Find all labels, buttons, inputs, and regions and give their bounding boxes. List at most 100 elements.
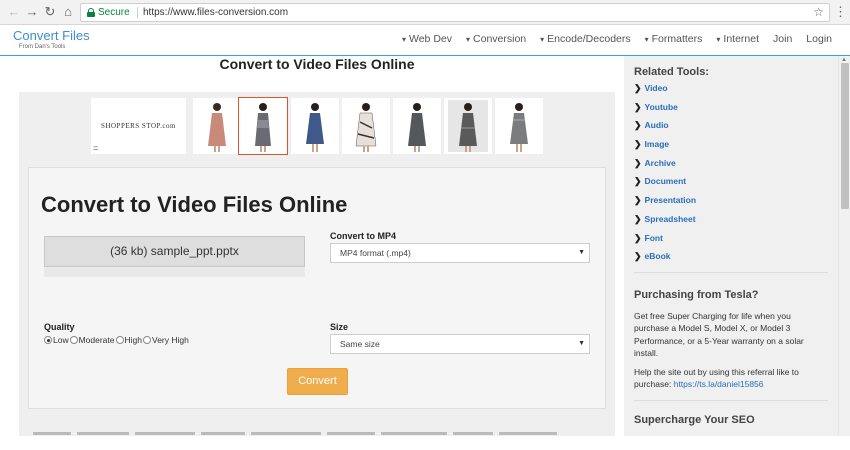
tesla-description: Get free Super Charging for life when yo… <box>634 311 804 358</box>
chevron-right-icon: ❯ <box>634 213 642 224</box>
home-icon[interactable]: ⌂ <box>60 4 76 20</box>
dropdown-arrow-icon: ▼ <box>578 249 585 256</box>
tool-link-youtube[interactable]: ❯ Youtube <box>634 102 696 121</box>
chevron-down-icon: ▾ <box>540 35 545 44</box>
dress-figure-icon <box>448 100 488 152</box>
chevron-right-icon: ❯ <box>634 157 642 168</box>
quality-option-low[interactable]: Low <box>44 335 69 345</box>
tool-link-image[interactable]: ❯ Image <box>634 139 696 158</box>
shoppers-stop-logo[interactable]: SHOPPERS STOP.com <box>91 98 186 154</box>
conversion-form-card: Convert to Video Files Online (36 kb) sa… <box>28 167 606 409</box>
chevron-down-icon: ▾ <box>466 35 471 44</box>
quality-label: Quality <box>44 322 75 332</box>
cut-off-text-line <box>33 432 593 436</box>
dress-figure-icon <box>355 103 377 152</box>
convert-button[interactable]: Convert <box>287 368 348 395</box>
nav-internet[interactable]: ▾ Internet <box>716 33 759 45</box>
dress-figure-icon <box>510 103 528 152</box>
ad-product-image[interactable] <box>444 98 492 154</box>
site-logo-title[interactable]: Convert Files <box>13 28 90 43</box>
related-tools-heading: Related Tools: <box>634 66 709 78</box>
dress-figure-icon <box>306 103 324 152</box>
browser-toolbar: ← → ↻ ⌂ Secure https://www.files-convers… <box>0 0 850 25</box>
tool-link-audio[interactable]: ❯ Audio <box>634 120 696 139</box>
nav-conversion[interactable]: ▾ Conversion <box>466 33 526 45</box>
secure-label: Secure <box>98 7 130 18</box>
ad-product-image[interactable] <box>495 98 543 154</box>
radio-icon[interactable] <box>143 336 151 344</box>
site-logo-subtitle: From Dan's Tools <box>19 44 66 50</box>
lock-icon <box>87 8 95 17</box>
size-select[interactable]: Same size ▼ <box>330 334 590 354</box>
chevron-down-icon: ▾ <box>401 35 406 44</box>
chevron-right-icon: ❯ <box>634 251 642 262</box>
dress-figure-icon <box>255 103 271 152</box>
ad-product-image[interactable] <box>193 98 241 154</box>
tesla-help-text: Help the site out by using this referral… <box>634 367 799 390</box>
nav-join[interactable]: Join <box>773 33 792 45</box>
tool-link-spreadsheet[interactable]: ❯ Spreadsheet <box>634 214 696 233</box>
quality-radio-group: Low Moderate High Very High <box>44 335 190 345</box>
page-scrollbar[interactable]: ▲ <box>838 56 850 436</box>
chevron-right-icon: ❯ <box>634 83 642 93</box>
size-label: Size <box>330 322 349 332</box>
seo-heading: Supercharge Your SEO <box>634 414 755 426</box>
quality-option-high[interactable]: High <box>115 335 142 345</box>
url-separator <box>137 7 138 18</box>
chevron-down-icon: ▾ <box>716 35 721 44</box>
chevron-right-icon: ❯ <box>634 195 642 206</box>
tesla-heading: Purchasing from Tesla? <box>634 289 759 301</box>
reload-icon[interactable]: ↻ <box>42 4 58 20</box>
tesla-referral-link[interactable]: https://ts.la/daniel15856 <box>674 379 764 389</box>
file-box-shadow <box>44 267 305 277</box>
uploaded-file-box[interactable]: (36 kb) sample_ppt.pptx <box>44 236 305 267</box>
browser-menu-icon[interactable]: ⋮ <box>834 4 847 20</box>
tool-link-ebook[interactable]: ❯ eBook <box>634 251 696 270</box>
ad-product-image[interactable] <box>342 98 390 154</box>
size-select-value: Same size <box>340 339 380 349</box>
tool-link-presentation[interactable]: ❯ Presentation <box>634 195 696 214</box>
tool-link-video[interactable]: ❯ Video <box>634 83 696 102</box>
address-bar[interactable]: Secure https://www.files-conversion.com … <box>80 3 830 22</box>
dress-figure-icon <box>408 103 426 152</box>
format-select[interactable]: MP4 format (.mp4) ▼ <box>330 243 590 263</box>
url-text[interactable]: https://www.files-conversion.com <box>143 4 288 21</box>
radio-checked-icon[interactable] <box>44 336 52 344</box>
tool-link-archive[interactable]: ❯ Archive <box>634 158 696 177</box>
radio-icon[interactable] <box>69 336 78 344</box>
sidebar-divider <box>634 272 828 273</box>
back-arrow-icon[interactable]: ← <box>6 4 22 20</box>
chevron-right-icon: ❯ <box>634 101 642 112</box>
radio-icon[interactable] <box>115 336 124 344</box>
quality-option-moderate[interactable]: Moderate <box>69 335 115 345</box>
ad-menu-icon[interactable]: = <box>93 143 98 153</box>
tool-link-font[interactable]: ❯ Font <box>634 233 696 252</box>
format-select-value: MP4 format (.mp4) <box>340 248 411 258</box>
scrollbar-thumb[interactable] <box>841 63 849 209</box>
ad-product-image[interactable] <box>393 98 441 154</box>
forward-arrow-icon[interactable]: → <box>24 4 40 20</box>
dropdown-arrow-icon: ▼ <box>578 340 585 347</box>
sidebar-divider <box>634 400 828 401</box>
chevron-right-icon: ❯ <box>634 232 642 243</box>
card-title: Convert to Video Files Online <box>41 192 348 217</box>
site-header: Convert Files From Dan's Tools ▾ Web Dev … <box>0 25 850 56</box>
nav-web-dev[interactable]: ▾ Web Dev <box>402 33 452 45</box>
nav-encode-decoders[interactable]: ▾ Encode/Decoders <box>540 33 630 45</box>
advertisement-banner[interactable]: SHOPPERS STOP.com <box>91 97 543 156</box>
tool-link-document[interactable]: ❯ Document <box>634 176 696 195</box>
page-title: Convert to Video Files Online <box>219 56 415 72</box>
quality-option-very-high[interactable]: Very High <box>143 335 189 345</box>
chevron-right-icon: ❯ <box>634 139 642 150</box>
nav-formatters[interactable]: ▾ Formatters <box>645 33 703 45</box>
chevron-down-icon: ▾ <box>644 35 649 44</box>
right-sidebar: Related Tools: ❯ Video ❯ Youtube ❯ Audio ❯ I… <box>624 56 838 436</box>
top-navigation: ▾ Web Dev ▾ Conversion ▾ Encode/Decoders ▾ F… <box>388 33 832 45</box>
nav-login[interactable]: Login <box>806 33 832 45</box>
ad-product-image[interactable] <box>291 98 339 154</box>
dress-figure-icon <box>208 103 226 152</box>
chevron-right-icon: ❯ <box>634 120 642 131</box>
bookmark-star-icon[interactable]: ☆ <box>813 4 824 21</box>
ad-product-image-selected[interactable] <box>238 97 288 155</box>
chevron-right-icon: ❯ <box>634 176 642 187</box>
